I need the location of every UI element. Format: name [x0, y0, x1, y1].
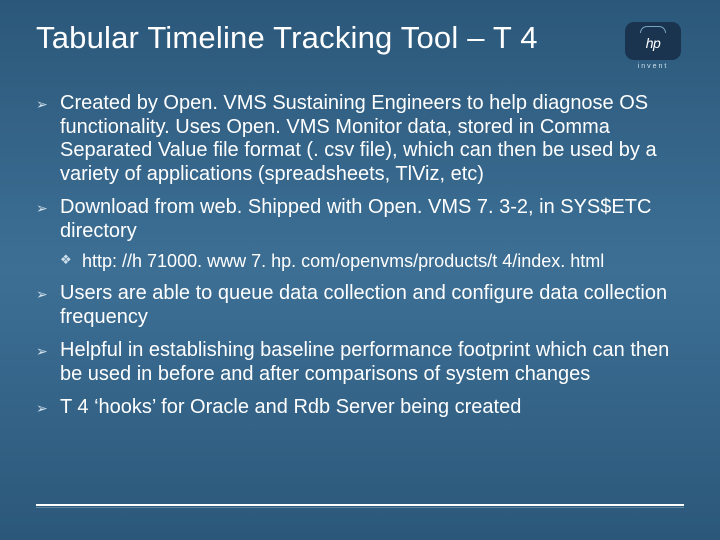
- chevron-right-icon: ➢: [36, 200, 48, 217]
- bullet-text: Helpful in establishing baseline perform…: [60, 339, 669, 385]
- content-area: ➢ Created by Open. VMS Sustaining Engine…: [36, 92, 684, 420]
- bullet-text: Download from web. Shipped with Open. VM…: [60, 196, 651, 242]
- sub-bullet-list: ❖ http: //h 71000. www 7. hp. com/openvm…: [60, 250, 684, 273]
- hp-logo-tagline: invent: [638, 63, 669, 70]
- bullet-item: ➢ Download from web. Shipped with Open. …: [36, 196, 684, 272]
- chevron-right-icon: ➢: [36, 343, 48, 360]
- bullet-text: Users are able to queue data collection …: [60, 282, 667, 328]
- chevron-right-icon: ➢: [36, 400, 48, 417]
- title-row: Tabular Timeline Tracking Tool – T 4 hp …: [36, 20, 684, 70]
- bullet-item: ➢ Created by Open. VMS Sustaining Engine…: [36, 92, 684, 186]
- footer-divider: [36, 504, 684, 508]
- hp-logo: hp invent: [622, 22, 684, 70]
- bullet-text: T 4 ‘hooks’ for Oracle and Rdb Server be…: [60, 396, 521, 418]
- chevron-right-icon: ➢: [36, 96, 48, 113]
- bullet-text: Created by Open. VMS Sustaining Engineer…: [60, 92, 657, 185]
- bullet-item: ➢ Helpful in establishing baseline perfo…: [36, 339, 684, 386]
- bullet-item: ➢ T 4 ‘hooks’ for Oracle and Rdb Server …: [36, 396, 684, 420]
- sub-bullet-text: http: //h 71000. www 7. hp. com/openvms/…: [82, 251, 604, 271]
- hp-logo-text: hp: [646, 35, 661, 51]
- diamond-icon: ❖: [60, 252, 72, 268]
- bullet-item: ➢ Users are able to queue data collectio…: [36, 282, 684, 329]
- hp-logo-badge: hp: [625, 22, 681, 60]
- chevron-right-icon: ➢: [36, 286, 48, 303]
- slide: Tabular Timeline Tracking Tool – T 4 hp …: [0, 0, 720, 540]
- slide-title: Tabular Timeline Tracking Tool – T 4: [36, 20, 622, 56]
- sub-bullet-item: ❖ http: //h 71000. www 7. hp. com/openvm…: [60, 250, 684, 273]
- bullet-list: ➢ Created by Open. VMS Sustaining Engine…: [36, 92, 684, 420]
